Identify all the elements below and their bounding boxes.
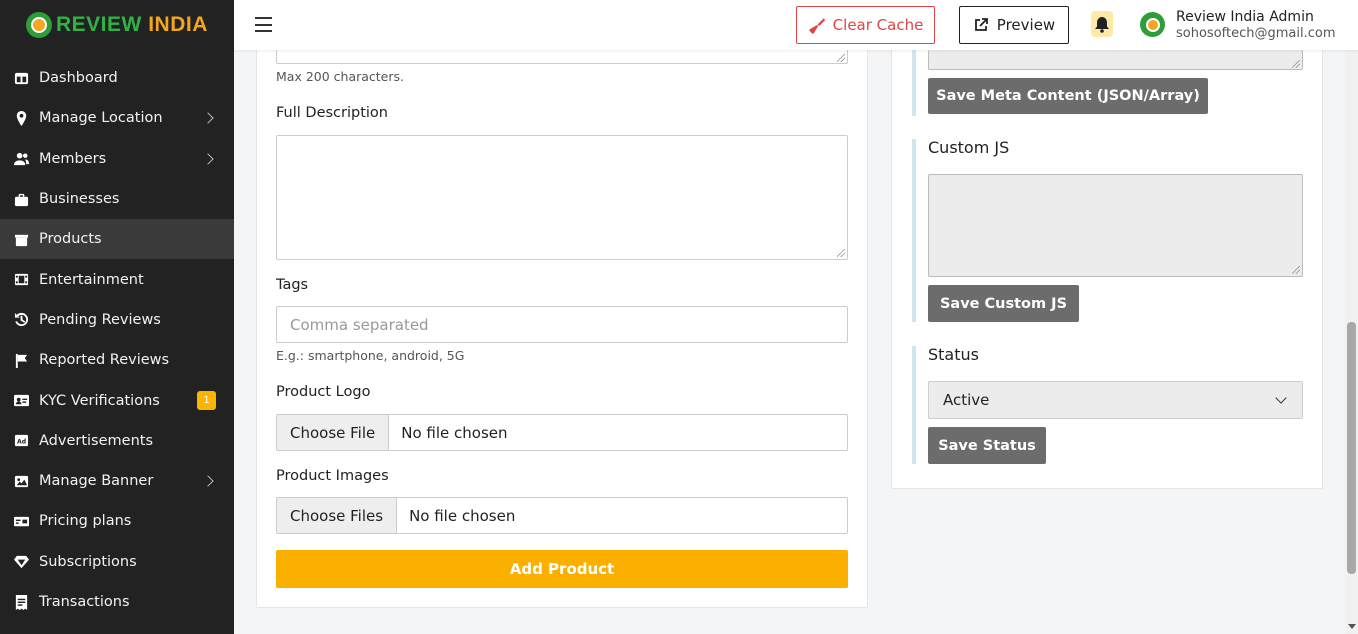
save-status-button[interactable]: Save Status	[928, 427, 1046, 464]
users-icon	[13, 151, 29, 167]
brand-name: REVIEW INDIA	[56, 13, 208, 36]
clear-cache-button[interactable]: Clear Cache	[796, 6, 935, 44]
chevron-right-icon	[202, 153, 214, 165]
sidebar-item-manage-banner[interactable]: Manage Banner	[0, 461, 234, 501]
sidebar-item-businesses[interactable]: Businesses	[0, 179, 234, 219]
film-icon	[13, 272, 29, 288]
preview-button[interactable]: Preview	[959, 6, 1069, 44]
sidebar-item-entertainment[interactable]: Entertainment	[0, 259, 234, 299]
sidebar-item-label: Manage Banner	[39, 473, 154, 490]
svg-text:Ad: Ad	[17, 439, 26, 446]
product-images-file-input[interactable]: Choose Files No file chosen	[276, 497, 848, 534]
status-select[interactable]: Active	[928, 381, 1303, 419]
sidebar-item-label: Pricing plans	[39, 513, 132, 530]
box-icon	[13, 231, 29, 247]
sidebar-item-products[interactable]: Products	[0, 219, 234, 260]
sidebar-item-manage-location[interactable]: Manage Location	[0, 98, 234, 138]
sidebar: REVIEW INDIA Dashboard Manage Location Mem…	[0, 0, 234, 634]
tags-label: Tags	[276, 277, 309, 293]
tags-help: E.g.: smartphone, android, 5G	[276, 348, 465, 363]
status-value: Active	[943, 391, 990, 409]
chevron-down-icon	[1275, 392, 1287, 404]
sidebar-item-label: Advertisements	[39, 432, 153, 449]
product-logo-label: Product Logo	[276, 384, 371, 400]
user-email: sohosoftech@gmail.com	[1176, 26, 1336, 41]
sidebar-item-label: Subscriptions	[39, 553, 137, 570]
sidebar-item-pricing-plans[interactable]: Pricing plans	[0, 501, 234, 541]
short-description-help: Max 200 characters.	[276, 69, 404, 84]
sidebar-item-subscriptions[interactable]: Subscriptions	[0, 542, 234, 582]
sidebar-item-label: KYC Verifications	[39, 392, 160, 409]
save-custom-js-button[interactable]: Save Custom JS	[928, 285, 1079, 322]
sidebar-item-pending-reviews[interactable]: Pending Reviews	[0, 300, 234, 340]
location-pin-icon	[13, 110, 29, 126]
broom-icon	[808, 17, 825, 34]
custom-js-textarea[interactable]	[928, 174, 1303, 277]
section-accent	[912, 139, 916, 322]
sidebar-item-label: Reported Reviews	[39, 352, 170, 369]
flag-icon	[13, 352, 29, 368]
id-card-icon	[13, 393, 29, 409]
gem-icon	[13, 554, 29, 570]
sidebar-item-reported-reviews[interactable]: Reported Reviews	[0, 340, 234, 380]
page-scrollbar[interactable]	[1345, 0, 1358, 634]
money-bill-icon	[13, 513, 29, 529]
notification-bell-icon[interactable]	[1091, 11, 1113, 37]
logo-icon	[26, 12, 52, 38]
clear-cache-label: Clear Cache	[832, 16, 924, 34]
brand-logo[interactable]: REVIEW INDIA	[0, 0, 234, 50]
image-icon	[13, 473, 29, 489]
history-icon	[13, 312, 29, 328]
add-product-button[interactable]: Add Product	[276, 550, 848, 588]
ad-icon: Ad	[13, 433, 29, 449]
save-meta-content-button[interactable]: Save Meta Content (JSON/Array)	[928, 78, 1208, 114]
dashboard-icon	[13, 70, 29, 86]
sidebar-item-label: Dashboard	[39, 70, 118, 87]
count-badge: 1	[197, 391, 216, 411]
sidebar-item-transactions[interactable]: Transactions	[0, 582, 234, 622]
status-label: Status	[928, 345, 979, 364]
scroll-thumb[interactable]	[1347, 322, 1356, 574]
sidebar-item-label: Manage Location	[39, 110, 163, 127]
scroll-down-arrow-icon[interactable]	[1348, 624, 1356, 629]
full-description-label: Full Description	[276, 105, 388, 121]
choose-file-button[interactable]: Choose File	[277, 415, 390, 450]
meta-content-textarea[interactable]	[928, 50, 1303, 70]
menu-toggle-icon[interactable]	[255, 17, 272, 32]
product-images-label: Product Images	[276, 468, 389, 484]
sidebar-item-label: Members	[39, 150, 107, 167]
external-link-icon	[974, 18, 988, 31]
top-bar: Clear Cache Preview Review India Admin s…	[234, 0, 1358, 50]
section-accent	[912, 50, 916, 116]
sidebar-item-members[interactable]: Members	[0, 139, 234, 179]
files-status: No file chosen	[409, 506, 516, 525]
product-logo-file-input[interactable]: Choose File No file chosen	[276, 414, 848, 451]
receipt-icon	[13, 594, 29, 610]
chevron-right-icon	[202, 475, 214, 487]
tags-input[interactable]: Comma separated	[276, 306, 848, 343]
full-description-textarea[interactable]	[276, 135, 848, 260]
sidebar-item-kyc-verifications[interactable]: KYC Verifications 1	[0, 380, 234, 420]
custom-js-label: Custom JS	[928, 138, 1010, 157]
briefcase-icon	[13, 191, 29, 207]
choose-files-button[interactable]: Choose Files	[277, 498, 398, 533]
preview-label: Preview	[996, 16, 1056, 34]
sidebar-item-label: Businesses	[39, 191, 120, 208]
chevron-right-icon	[202, 112, 214, 125]
avatar[interactable]	[1140, 12, 1165, 37]
sidebar-item-label: Transactions	[39, 594, 130, 610]
sidebar-item-label: Products	[39, 231, 102, 248]
sidebar-item-label: Pending Reviews	[39, 311, 161, 328]
sidebar-item-advertisements[interactable]: Ad Advertisements	[0, 421, 234, 461]
sidebar-item-label: Entertainment	[39, 271, 144, 288]
section-accent	[912, 346, 916, 464]
file-status: No file chosen	[401, 423, 508, 442]
sidebar-item-dashboard[interactable]: Dashboard	[0, 58, 234, 98]
sidebar-nav: Dashboard Manage Location Members Businesse…	[0, 58, 234, 622]
user-name[interactable]: Review India Admin	[1176, 9, 1314, 25]
